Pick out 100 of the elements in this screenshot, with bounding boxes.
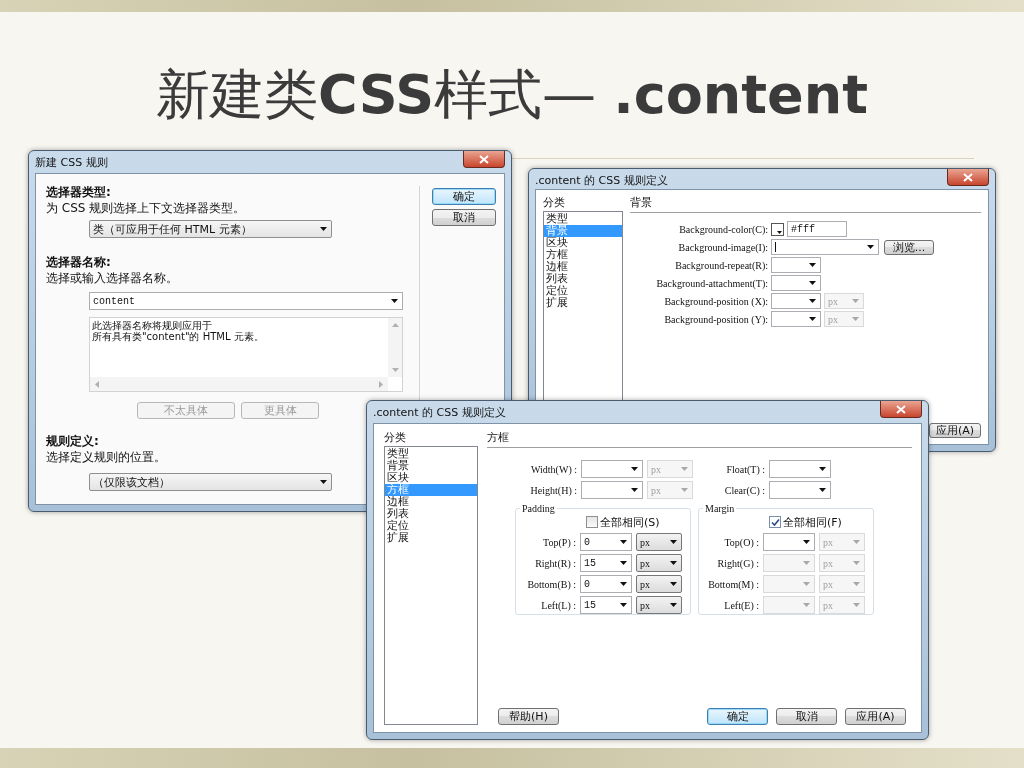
- dialog-button[interactable]: 确定: [432, 188, 496, 205]
- dialog-button[interactable]: 应用(A): [845, 708, 906, 725]
- help-button[interactable]: 帮助(H): [498, 708, 559, 725]
- category-item[interactable]: 列表: [544, 273, 622, 285]
- color-picker[interactable]: [771, 222, 784, 236]
- field-label: Background-repeat(R):: [674, 259, 768, 271]
- dropdown[interactable]: [771, 257, 821, 273]
- dialog-button[interactable]: 取消: [776, 708, 837, 725]
- dropdown-arrow-icon: [620, 582, 627, 586]
- close-button[interactable]: [880, 401, 922, 418]
- category-item[interactable]: 背景: [385, 460, 477, 472]
- dropdown-arrow-icon: [670, 540, 677, 544]
- dropdown-arrow-icon: [670, 603, 677, 607]
- category-item[interactable]: 区块: [385, 472, 477, 484]
- field-label: Background-attachment(T):: [655, 277, 768, 289]
- checkmark-icon: [770, 517, 780, 527]
- category-item[interactable]: 扩展: [385, 532, 477, 544]
- section-heading: 方框: [487, 431, 912, 448]
- input-field[interactable]: [771, 239, 879, 255]
- dropdown[interactable]: 0: [580, 533, 632, 551]
- window-title: .content 的 CSS 规则定义: [535, 175, 668, 187]
- close-icon: [963, 172, 973, 182]
- unit-dropdown[interactable]: px: [636, 533, 682, 551]
- dropdown-arrow-icon: [819, 467, 826, 471]
- dropdown-arrow-icon: [391, 299, 398, 303]
- dropdown-arrow-icon: [803, 603, 810, 607]
- category-item[interactable]: 边框: [544, 261, 622, 273]
- input-field[interactable]: #fff: [787, 221, 847, 237]
- dialog-button[interactable]: 取消: [432, 209, 496, 226]
- field-label: Float(T) :: [725, 463, 765, 475]
- dropdown-arrow-icon: [809, 317, 816, 321]
- dialog-button[interactable]: 确定: [707, 708, 768, 725]
- dropdown[interactable]: 15: [580, 554, 632, 572]
- dropdown[interactable]: [763, 533, 815, 551]
- window-title: 新建 CSS 规则: [35, 157, 108, 169]
- unit-dropdown[interactable]: px: [636, 554, 682, 572]
- group-label: Margin: [704, 503, 736, 514]
- dropdown[interactable]: [769, 481, 831, 499]
- dropdown-arrow-icon: [853, 603, 860, 607]
- category-item[interactable]: 方框: [544, 249, 622, 261]
- field-label: Right(R) :: [534, 557, 576, 569]
- apply-button[interactable]: 应用(A): [929, 423, 981, 438]
- close-icon: [896, 404, 906, 414]
- dropdown-arrow-icon: [670, 561, 677, 565]
- window-title: .content 的 CSS 规则定义: [373, 407, 506, 419]
- dropdown[interactable]: 0: [580, 575, 632, 593]
- scroll-down-arrow-icon: [391, 368, 399, 372]
- dropdown-arrow-icon: [853, 582, 860, 586]
- category-item[interactable]: 类型: [385, 448, 477, 460]
- category-label: 分类: [384, 431, 407, 445]
- category-item[interactable]: 定位: [385, 520, 477, 532]
- field-label: Background-position (Y):: [663, 313, 768, 325]
- section-heading: 规则定义:: [46, 433, 99, 449]
- category-item[interactable]: 列表: [385, 508, 477, 520]
- category-item[interactable]: 扩展: [544, 297, 622, 309]
- dropdown[interactable]: [771, 293, 821, 309]
- checkbox-label: 全部相同(S): [600, 514, 660, 530]
- dropdown-arrow-icon: [670, 582, 677, 586]
- dropdown[interactable]: [769, 460, 831, 478]
- category-item[interactable]: 类型: [544, 213, 622, 225]
- dropdown[interactable]: [581, 481, 643, 499]
- scroll-right-arrow-icon: [379, 380, 383, 388]
- field-label: Top(P) :: [542, 536, 576, 548]
- checkbox[interactable]: [586, 516, 598, 528]
- dropdown-arrow-icon: [620, 603, 627, 607]
- category-item[interactable]: 边框: [385, 496, 477, 508]
- name-combo-field[interactable]: content: [89, 292, 403, 310]
- dropdown[interactable]: [771, 275, 821, 291]
- field-label: Bottom(B) :: [526, 578, 576, 590]
- close-button[interactable]: [463, 151, 505, 168]
- field-label: Left(E) :: [723, 599, 759, 611]
- checkbox[interactable]: [769, 516, 781, 528]
- category-item[interactable]: 定位: [544, 285, 622, 297]
- dropdown[interactable]: [581, 460, 643, 478]
- dropdown-arrow-icon: [853, 561, 860, 565]
- dropdown-arrow-icon: [320, 227, 327, 231]
- dropdown-arrow-icon: [803, 582, 810, 586]
- info-text: 所有具有类"content"的 HTML 元素。: [92, 331, 265, 342]
- dropdown-arrow-icon: [803, 540, 810, 544]
- dropdown-arrow-icon: [853, 540, 860, 544]
- dropdown-arrow-icon: [320, 480, 327, 484]
- description-text: 为 CSS 规则选择上下文选择器类型。: [46, 200, 246, 216]
- dropdown[interactable]: [771, 311, 821, 327]
- unit-dropdown[interactable]: px: [636, 575, 682, 593]
- category-item[interactable]: 区块: [544, 237, 622, 249]
- field-label: Background-color(C):: [678, 223, 768, 235]
- field-label: Bottom(M) :: [707, 578, 759, 590]
- dropdown[interactable]: （仅限该文档）: [89, 473, 332, 491]
- field-label: Left(L) :: [540, 599, 576, 611]
- dropdown[interactable]: 类（可应用于任何 HTML 元素）: [89, 220, 332, 238]
- dropdown[interactable]: 15: [580, 596, 632, 614]
- dropdown-arrow-icon: [631, 488, 638, 492]
- field-label: Top(O) :: [723, 536, 759, 548]
- category-label: 分类: [543, 196, 566, 210]
- close-button[interactable]: [947, 169, 989, 186]
- group-label: Padding: [521, 503, 556, 514]
- unit-dropdown[interactable]: px: [636, 596, 682, 614]
- dropdown-arrow-icon: [777, 230, 782, 234]
- browse-button[interactable]: 浏览...: [884, 239, 934, 255]
- dropdown-arrow-icon: [620, 540, 627, 544]
